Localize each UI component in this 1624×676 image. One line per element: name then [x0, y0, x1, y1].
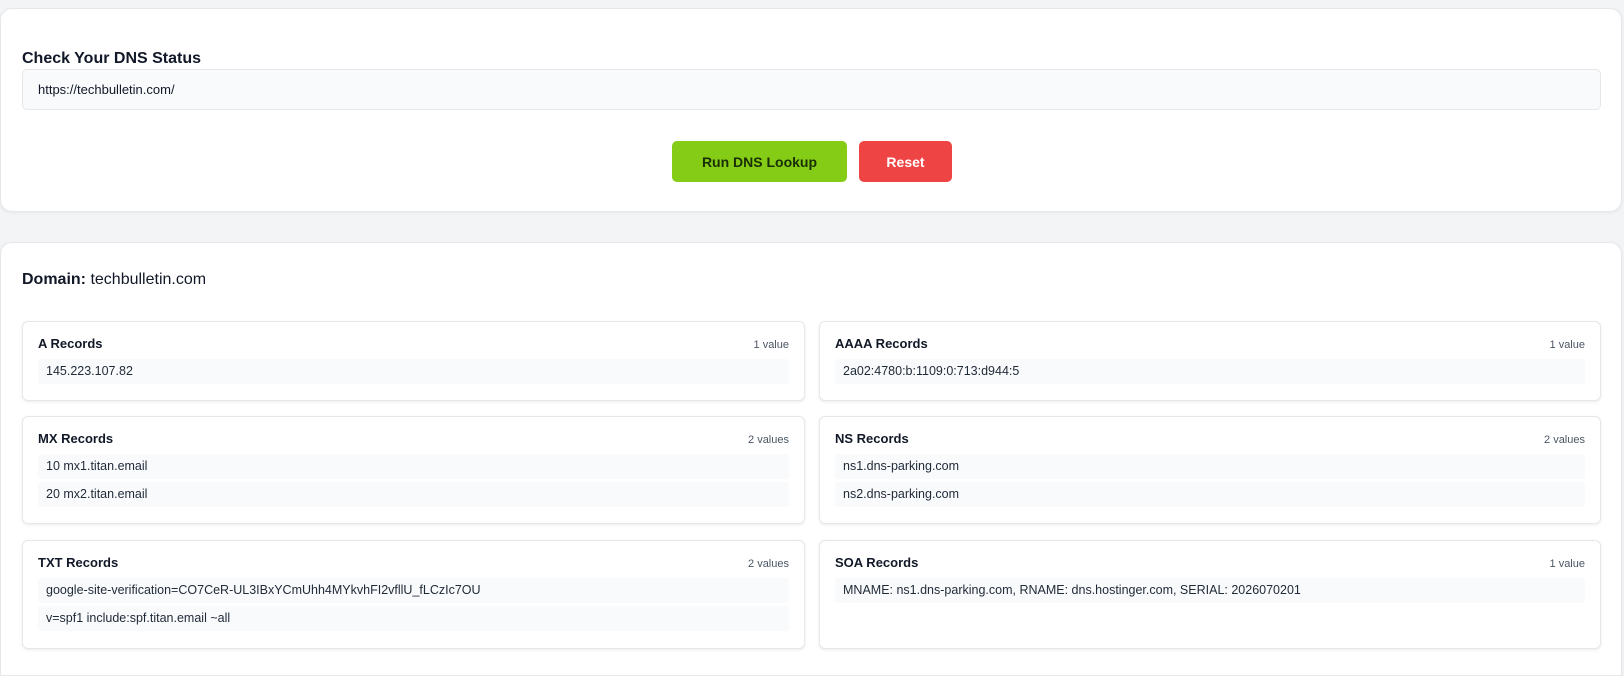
record-value: google-site-verification=CO7CeR-UL3IBxYC… [38, 578, 789, 603]
card-title: NS Records [835, 431, 909, 446]
record-value: ns1.dns-parking.com [835, 454, 1585, 479]
search-title: Check Your DNS Status [22, 50, 202, 67]
record-value: v=spf1 include:spf.titan.email ~all [38, 606, 789, 631]
record-value: 10 mx1.titan.email [38, 454, 789, 479]
dns-results-panel: Domain: techbulletin.com A Records 1 val… [0, 242, 1622, 676]
record-value: 145.223.107.82 [38, 359, 789, 384]
ns-records-card: NS Records 2 values ns1.dns-parking.com … [819, 416, 1601, 524]
domain-value: techbulletin.com [90, 271, 207, 288]
aaaa-records-card: AAAA Records 1 value 2a02:4780:b:1109:0:… [819, 321, 1601, 401]
run-dns-lookup-button[interactable]: Run DNS Lookup [672, 141, 847, 182]
record-count: 1 value [1549, 339, 1585, 351]
record-count: 2 values [748, 558, 789, 570]
card-title: A Records [38, 336, 103, 351]
record-value: MNAME: ns1.dns-parking.com, RNAME: dns.h… [835, 578, 1585, 603]
record-count: 1 value [753, 339, 789, 351]
record-value: 20 mx2.titan.email [38, 482, 789, 507]
card-title: TXT Records [38, 555, 119, 570]
a-records-card: A Records 1 value 145.223.107.82 [22, 321, 805, 401]
record-count: 2 values [748, 434, 789, 446]
record-count: 1 value [1549, 558, 1585, 570]
card-title: SOA Records [835, 555, 919, 570]
txt-records-card: TXT Records 2 values google-site-verific… [22, 540, 805, 649]
soa-records-card: SOA Records 1 value MNAME: ns1.dns-parki… [819, 540, 1601, 649]
card-title: MX Records [38, 431, 114, 446]
domain-label: Domain: [22, 271, 86, 288]
record-value: ns2.dns-parking.com [835, 482, 1585, 507]
domain-line: Domain: techbulletin.com [22, 271, 206, 289]
dns-search-panel: Check Your DNS Status Run DNS Lookup Res… [0, 8, 1622, 212]
mx-records-card: MX Records 2 values 10 mx1.titan.email 2… [22, 416, 805, 524]
reset-button[interactable]: Reset [859, 141, 952, 182]
record-count: 2 values [1544, 434, 1585, 446]
record-value: 2a02:4780:b:1109:0:713:d944:5 [835, 359, 1585, 384]
card-title: AAAA Records [835, 336, 928, 351]
url-input[interactable] [22, 69, 1601, 110]
